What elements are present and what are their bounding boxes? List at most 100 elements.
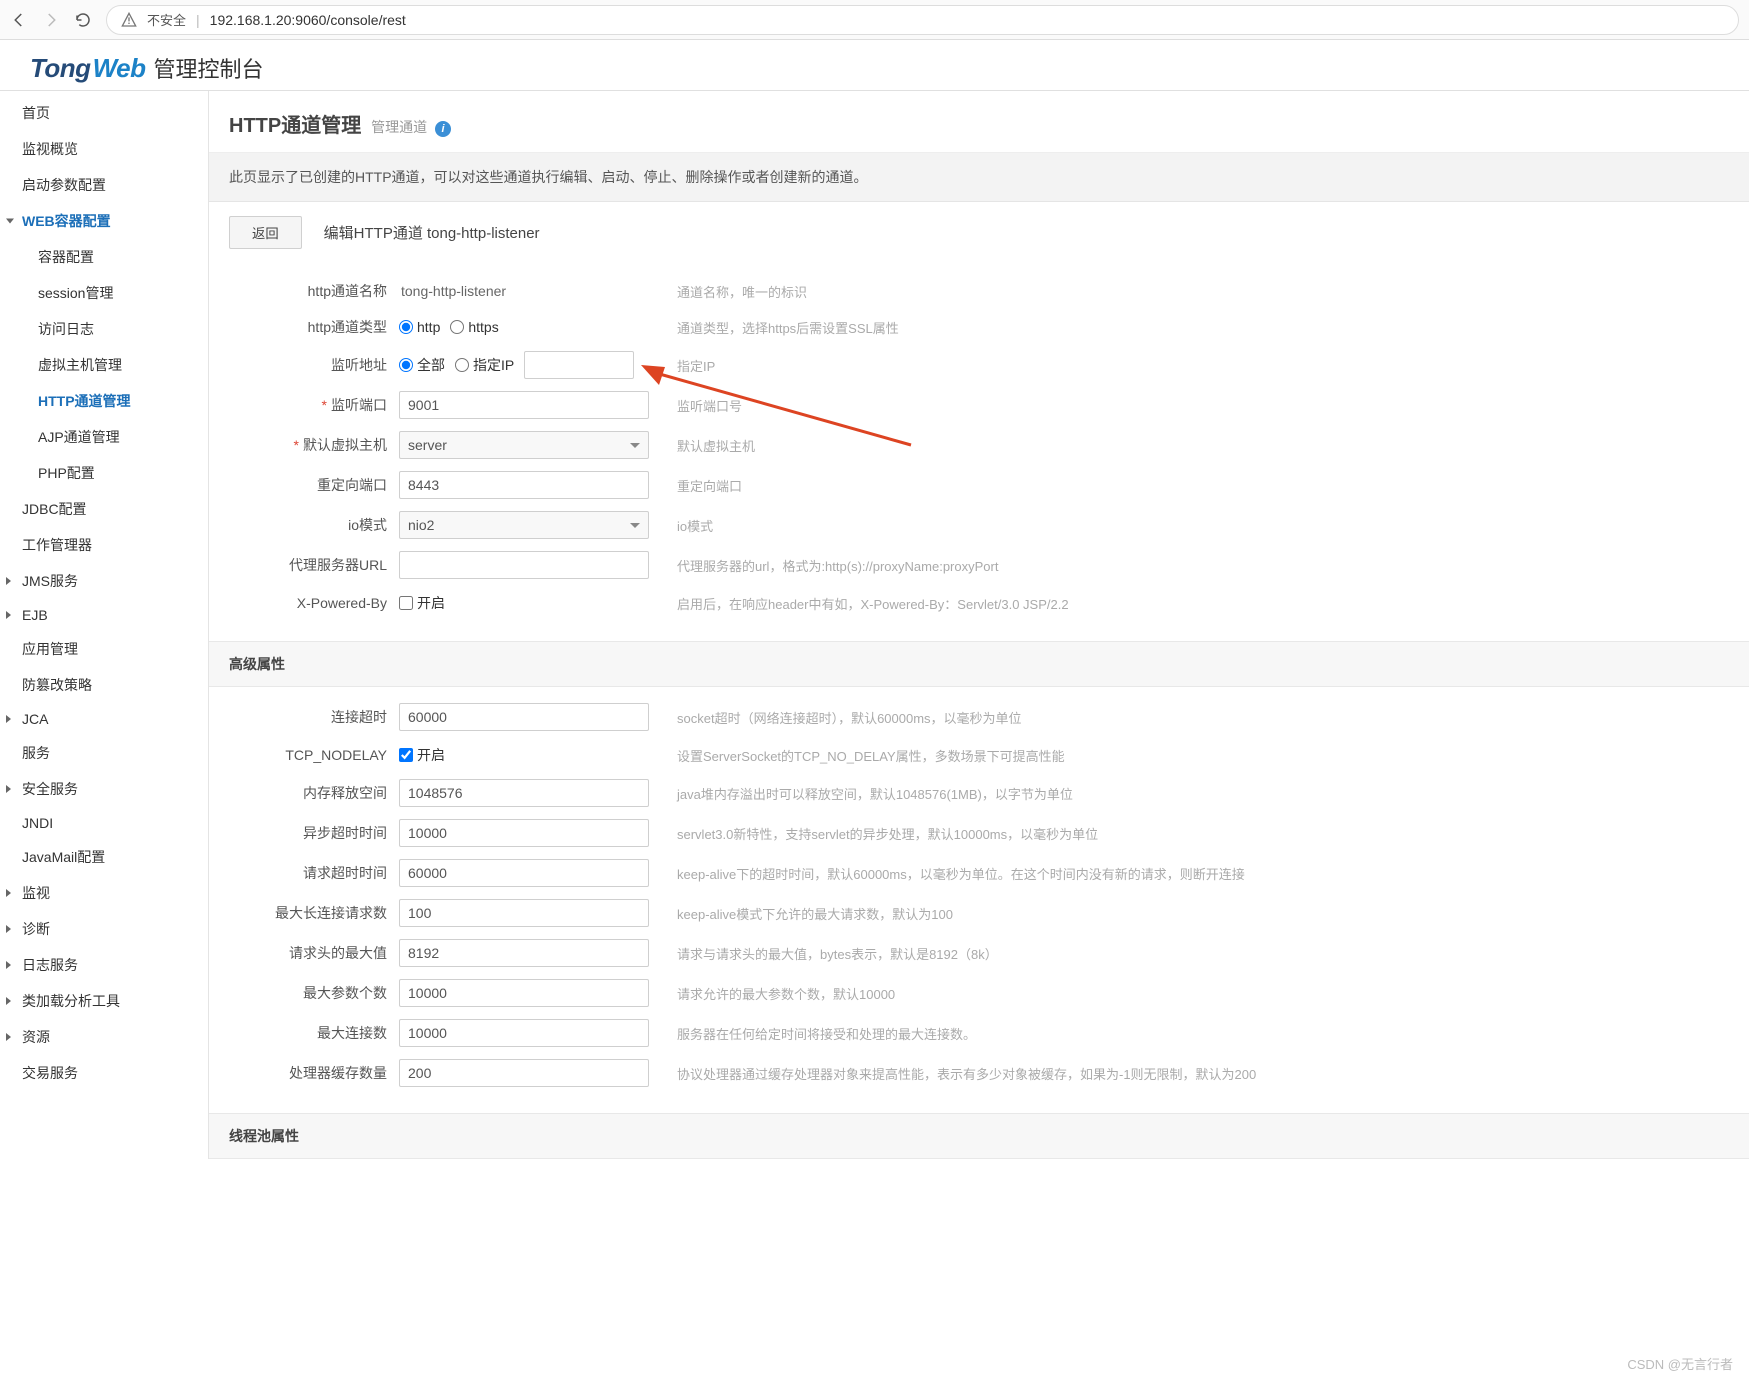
sidebar-item-25[interactable]: 类加载分析工具 xyxy=(0,983,208,1019)
sidebar-item-23[interactable]: 诊断 xyxy=(0,911,208,947)
form-control xyxy=(399,859,649,887)
form-control xyxy=(399,939,649,967)
text-input[interactable] xyxy=(399,1059,649,1087)
back-button[interactable]: 返回 xyxy=(229,216,302,249)
page-title-bar: HTTP通道管理 管理通道 i xyxy=(209,91,1749,153)
sidebar-item-8[interactable]: HTTP通道管理 xyxy=(0,383,208,419)
radio-label: http xyxy=(417,319,440,335)
checkbox-input[interactable] xyxy=(399,596,413,610)
text-input[interactable] xyxy=(399,939,649,967)
sidebar-item-6[interactable]: 访问日志 xyxy=(0,311,208,347)
form-label: 处理器缓存数量 xyxy=(229,1063,399,1083)
sidebar-item-12[interactable]: 工作管理器 xyxy=(0,527,208,563)
sidebar-item-26[interactable]: 资源 xyxy=(0,1019,208,1055)
sidebar-item-7[interactable]: 虚拟主机管理 xyxy=(0,347,208,383)
chevron-right-icon xyxy=(6,889,11,897)
sidebar-item-1[interactable]: 监视概览 xyxy=(0,131,208,167)
form-control: 开启 xyxy=(399,745,649,765)
text-input[interactable] xyxy=(399,1019,649,1047)
sidebar-item-18[interactable]: 服务 xyxy=(0,735,208,771)
content: HTTP通道管理 管理通道 i 此页显示了已创建的HTTP通道，可以对这些通道执… xyxy=(208,91,1749,1159)
label-text: 请求头的最大值 xyxy=(289,945,387,961)
back-icon[interactable] xyxy=(10,11,28,29)
form-label: 最大参数个数 xyxy=(229,983,399,1003)
radio-input[interactable] xyxy=(455,358,469,372)
sidebar-item-19[interactable]: 安全服务 xyxy=(0,771,208,807)
form-control: tong-http-listener xyxy=(399,283,649,299)
form-hint: keep-alive模式下允许的最大请求数，默认为100 xyxy=(677,904,1729,923)
sidebar-item-5[interactable]: session管理 xyxy=(0,275,208,311)
sidebar-item-label: EJB xyxy=(22,607,48,623)
select-value: server xyxy=(408,437,447,453)
label-text: 最大连接数 xyxy=(317,1025,387,1041)
sidebar-item-17[interactable]: JCA xyxy=(0,703,208,735)
text-input[interactable] xyxy=(399,551,649,579)
select[interactable]: nio2 xyxy=(399,511,649,539)
radio-option[interactable]: 全部 xyxy=(399,355,445,375)
chevron-right-icon xyxy=(6,1033,11,1041)
sidebar-item-27[interactable]: 交易服务 xyxy=(0,1055,208,1091)
sidebar-item-4[interactable]: 容器配置 xyxy=(0,239,208,275)
sidebar-item-10[interactable]: PHP配置 xyxy=(0,455,208,491)
url-box[interactable]: 不安全 | 192.168.1.20:9060/console/rest xyxy=(106,5,1739,35)
text-input[interactable] xyxy=(399,779,649,807)
form-basic: http通道名称tong-http-listener通道名称，唯一的标识http… xyxy=(209,263,1749,641)
label-text: TCP_NODELAY xyxy=(285,747,387,763)
sidebar-item-9[interactable]: AJP通道管理 xyxy=(0,419,208,455)
ip-input[interactable] xyxy=(524,351,634,379)
forward-icon[interactable] xyxy=(42,11,60,29)
form-label: 代理服务器URL xyxy=(229,555,399,575)
form-advanced: 连接超时socket超时（网络连接超时），默认60000ms，以毫秒为单位TCP… xyxy=(209,687,1749,1113)
form-row: X-Powered-By开启启用后，在响应header中有如，X-Powered… xyxy=(229,585,1729,621)
form-control: server xyxy=(399,431,649,459)
sidebar-item-label: 防篡改策略 xyxy=(22,675,92,695)
reload-icon[interactable] xyxy=(74,11,92,29)
text-input[interactable] xyxy=(399,703,649,731)
sidebar-item-15[interactable]: 应用管理 xyxy=(0,631,208,667)
chevron-right-icon xyxy=(6,611,11,619)
form-label: 请求头的最大值 xyxy=(229,943,399,963)
sidebar-item-16[interactable]: 防篡改策略 xyxy=(0,667,208,703)
radio-input[interactable] xyxy=(450,320,464,334)
form-hint: 重定向端口 xyxy=(677,476,1729,495)
sidebar-item-label: session管理 xyxy=(38,283,113,303)
sidebar-item-21[interactable]: JavaMail配置 xyxy=(0,839,208,875)
form-row: 处理器缓存数量协议处理器通过缓存处理器对象来提高性能，表示有多少对象被缓存，如果… xyxy=(229,1053,1729,1093)
info-icon[interactable]: i xyxy=(435,121,451,137)
chevron-right-icon xyxy=(6,785,11,793)
form-label: *监听端口 xyxy=(229,395,399,415)
sidebar-item-0[interactable]: 首页 xyxy=(0,95,208,131)
text-input[interactable] xyxy=(399,819,649,847)
radio-input[interactable] xyxy=(399,320,413,334)
sidebar-item-label: 类加载分析工具 xyxy=(22,991,120,1011)
sidebar-item-3[interactable]: WEB容器配置 xyxy=(0,203,208,239)
form-label: 连接超时 xyxy=(229,707,399,727)
checkbox-option[interactable]: 开启 xyxy=(399,593,445,613)
radio-input[interactable] xyxy=(399,358,413,372)
sidebar-item-13[interactable]: JMS服务 xyxy=(0,563,208,599)
form-hint: servlet3.0新特性，支持servlet的异步处理，默认10000ms，以… xyxy=(677,824,1729,843)
sidebar-item-20[interactable]: JNDI xyxy=(0,807,208,839)
select[interactable]: server xyxy=(399,431,649,459)
radio-option[interactable]: 指定IP xyxy=(455,355,514,375)
sidebar-item-2[interactable]: 启动参数配置 xyxy=(0,167,208,203)
sidebar-item-label: PHP配置 xyxy=(38,463,95,483)
sidebar-item-22[interactable]: 监视 xyxy=(0,875,208,911)
sidebar-item-14[interactable]: EJB xyxy=(0,599,208,631)
checkbox-input[interactable] xyxy=(399,748,413,762)
text-input[interactable] xyxy=(399,471,649,499)
radio-option[interactable]: http xyxy=(399,319,440,335)
text-input[interactable] xyxy=(399,391,649,419)
text-input[interactable] xyxy=(399,859,649,887)
sidebar-item-24[interactable]: 日志服务 xyxy=(0,947,208,983)
text-input[interactable] xyxy=(399,899,649,927)
form-label: 异步超时时间 xyxy=(229,823,399,843)
sidebar-item-11[interactable]: JDBC配置 xyxy=(0,491,208,527)
label-text: io模式 xyxy=(348,517,387,533)
insecure-label: 不安全 xyxy=(147,10,186,29)
radio-option[interactable]: https xyxy=(450,319,498,335)
label-text: 连接超时 xyxy=(331,709,387,725)
text-input[interactable] xyxy=(399,979,649,1007)
chevron-right-icon xyxy=(6,925,11,933)
checkbox-option[interactable]: 开启 xyxy=(399,745,445,765)
